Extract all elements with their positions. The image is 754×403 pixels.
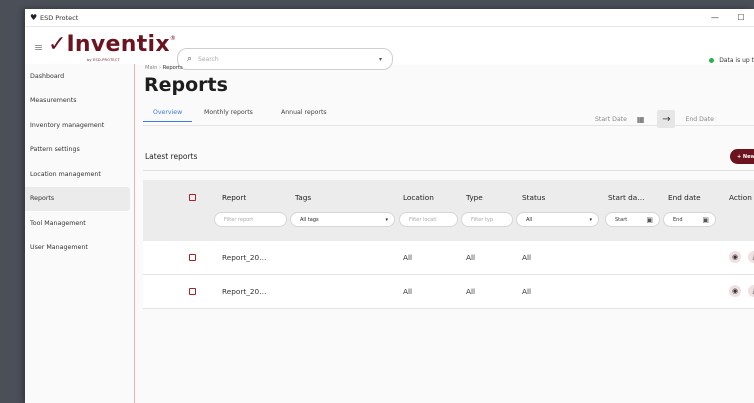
- status-dot-icon: [709, 58, 715, 63]
- window-title: ESD Protect: [40, 13, 79, 22]
- sidebar-item-inventory-management[interactable]: Inventory management: [25, 113, 134, 138]
- column-end-date[interactable]: End date: [668, 193, 701, 202]
- chevron-down-icon[interactable]: ▾: [379, 56, 382, 63]
- view-icon[interactable]: ◉: [729, 251, 741, 263]
- column-location[interactable]: Location: [403, 193, 434, 202]
- table-row[interactable]: Report_20… All All All ◉ ⤓: [143, 241, 754, 275]
- app-header: ≡ ✓ Inventix ® by ESD-PROTECT ⌕ Search ▾…: [25, 27, 754, 70]
- breadcrumb: Main › Reports: [145, 65, 183, 71]
- date-range: Start Date ▦ → End Date: [595, 110, 714, 128]
- chevron-down-icon: ▾: [589, 216, 592, 223]
- filter-start-value: Start: [615, 216, 628, 223]
- cell-location: All: [403, 287, 413, 296]
- sidebar-item-tool-management[interactable]: Tool Management: [25, 211, 134, 236]
- reports-card: Latest reports + New Rep Report Tags Loc…: [143, 140, 754, 403]
- window-controls: — ☐: [702, 9, 754, 26]
- view-icon[interactable]: ◉: [729, 285, 741, 297]
- search-icon: ⌕: [187, 54, 193, 64]
- breadcrumb-current: Reports: [162, 65, 183, 71]
- minimize-button[interactable]: —: [702, 9, 728, 26]
- filter-type-input[interactable]: Filter typ: [461, 212, 513, 227]
- sidebar-item-pattern-settings[interactable]: Pattern settings: [25, 138, 134, 163]
- row-checkbox[interactable]: [189, 254, 196, 261]
- tab-overview[interactable]: Overview: [143, 109, 193, 122]
- filter-status-select[interactable]: All ▾: [516, 212, 599, 227]
- cell-type: All: [466, 253, 476, 262]
- cell-status: All: [522, 253, 532, 262]
- end-date-field[interactable]: End Date: [685, 116, 714, 123]
- page-title: Reports: [144, 74, 228, 96]
- download-icon[interactable]: ⤓: [748, 251, 754, 263]
- select-all-checkbox[interactable]: [189, 194, 196, 201]
- tab-monthly-reports[interactable]: Monthly reports: [204, 109, 253, 121]
- calendar-icon[interactable]: ▦: [637, 115, 645, 124]
- title-bar: ♥ ESD Protect — ☐: [25, 9, 754, 27]
- tab-annual-reports[interactable]: Annual reports: [281, 109, 327, 121]
- filter-report-placeholder: Filter report: [224, 216, 254, 223]
- filter-start-date[interactable]: Start ▣: [605, 212, 660, 227]
- logo-text: Inventix: [66, 32, 170, 57]
- column-type[interactable]: Type: [466, 193, 483, 202]
- sidebar-item-dashboard[interactable]: Dashboard: [25, 64, 134, 89]
- column-status[interactable]: Status: [522, 193, 545, 202]
- search-placeholder: Search: [198, 55, 219, 63]
- sidebar-item-location-management[interactable]: Location management: [25, 162, 134, 187]
- sidebar: Dashboard Measurements Inventory managem…: [25, 64, 135, 403]
- app-heart-icon: ♥: [30, 13, 38, 22]
- calendar-icon: ▣: [702, 215, 709, 224]
- section-title: Latest reports: [145, 152, 198, 161]
- filter-location-input[interactable]: Filter locati: [399, 212, 458, 227]
- sidebar-item-measurements[interactable]: Measurements: [25, 89, 134, 114]
- logo-subtitle: by ESD-PROTECT: [87, 58, 120, 62]
- arrow-right-icon[interactable]: →: [657, 110, 676, 128]
- column-action: Action: [729, 193, 752, 202]
- filter-location-placeholder: Filter locati: [409, 216, 437, 223]
- registered-mark: ®: [169, 35, 176, 42]
- divider: [143, 170, 754, 171]
- table-row[interactable]: Report_20… All All All ◉ ⤓: [143, 275, 754, 309]
- row-checkbox[interactable]: [189, 288, 196, 295]
- breadcrumb-main[interactable]: Main: [145, 65, 157, 71]
- filter-end-date[interactable]: End ▣: [663, 212, 716, 227]
- app-window: ♥ ESD Protect — ☐ ≡ ✓ Inventix ® by ESD-…: [25, 9, 754, 403]
- status-text: Data is up t: [719, 57, 754, 64]
- cell-report[interactable]: Report_20…: [222, 253, 266, 262]
- sidebar-item-user-management[interactable]: User Management: [25, 236, 134, 261]
- filter-report-input[interactable]: Filter report: [214, 212, 287, 227]
- chevron-down-icon: ▾: [385, 216, 388, 223]
- start-date-field[interactable]: Start Date: [595, 116, 627, 123]
- filter-status-value: All: [526, 216, 533, 223]
- table-header: Report Tags Location Type Status Start d…: [143, 180, 754, 241]
- maximize-button[interactable]: ☐: [728, 9, 754, 26]
- cell-location: All: [403, 253, 413, 262]
- sync-status: Data is up t: [709, 57, 754, 64]
- filter-tags-value: All tags: [300, 216, 319, 223]
- filter-tags-select[interactable]: All tags ▾: [290, 212, 395, 227]
- logo-check-icon: ✓: [48, 32, 67, 57]
- download-icon[interactable]: ⤓: [748, 285, 754, 297]
- cell-status: All: [522, 287, 532, 296]
- column-start-date[interactable]: Start da…: [608, 193, 645, 202]
- menu-icon[interactable]: ≡: [34, 42, 43, 53]
- cell-report[interactable]: Report_20…: [222, 287, 266, 296]
- logo: ✓ Inventix ®: [48, 34, 176, 56]
- main-content: Main › Reports Reports Overview Monthly …: [143, 64, 754, 403]
- new-report-button[interactable]: + New Rep: [730, 149, 754, 164]
- calendar-icon: ▣: [646, 215, 653, 224]
- sidebar-item-reports[interactable]: Reports: [25, 186, 130, 211]
- column-report[interactable]: Report: [222, 193, 246, 202]
- cell-type: All: [466, 287, 476, 296]
- filter-end-value: End: [673, 216, 683, 223]
- column-tags[interactable]: Tags: [295, 193, 311, 202]
- filter-type-placeholder: Filter typ: [471, 216, 494, 223]
